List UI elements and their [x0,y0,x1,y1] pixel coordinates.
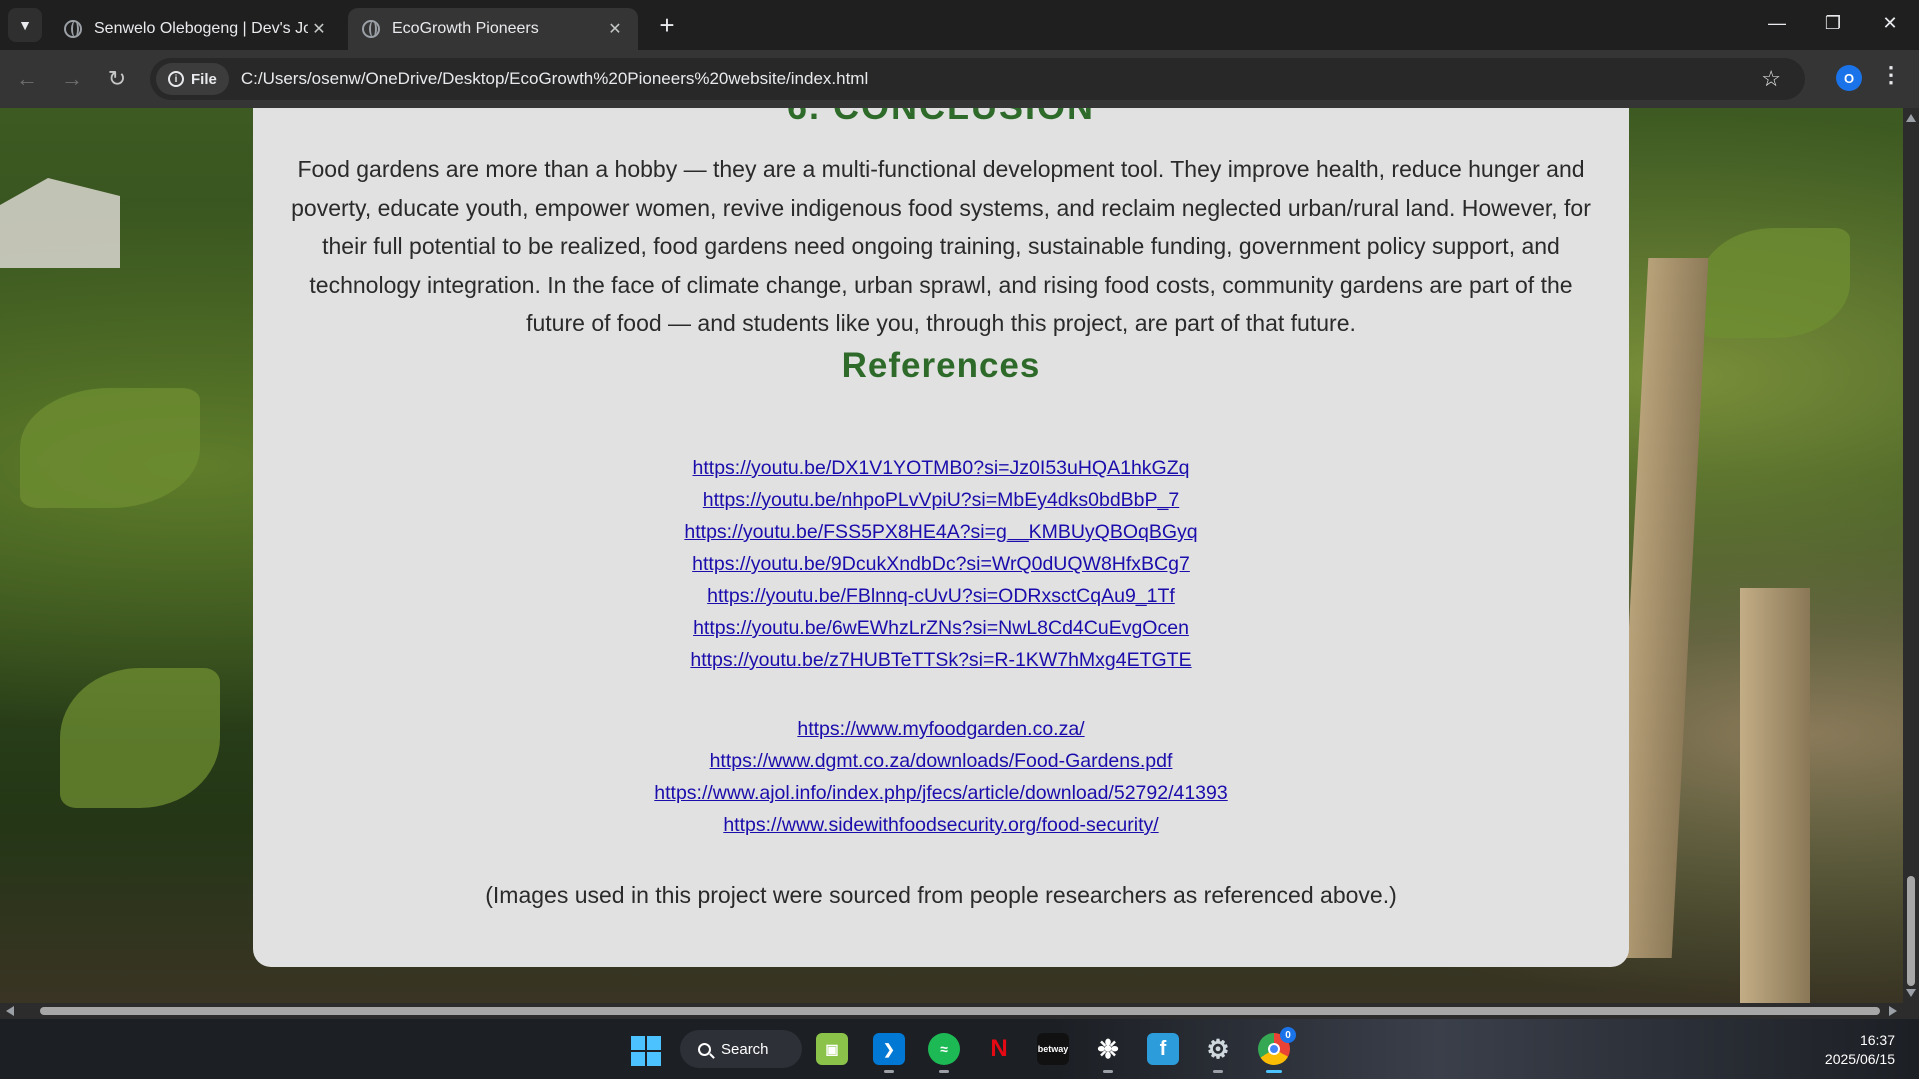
background-leaf [60,668,220,808]
reference-link[interactable]: https://youtu.be/z7HUBTeTTSk?si=R-1KW7hM… [253,644,1629,676]
reference-link[interactable]: https://youtu.be/6wEWhzLrZNs?si=NwL8Cd4C… [253,612,1629,644]
back-button[interactable]: ← [10,62,44,96]
address-bar[interactable]: i File C:/Users/osenw/OneDrive/Desktop/E… [150,58,1805,100]
tab-senwelo-journal[interactable]: Senwelo Olebogeng | Dev's Jou ✕ [50,8,342,50]
tab-strip: ▼ Senwelo Olebogeng | Dev's Jou ✕ EcoGro… [0,0,1919,50]
info-icon: i [168,71,184,87]
close-window-button[interactable]: ✕ [1868,8,1912,38]
restore-button[interactable]: ❐ [1811,8,1855,38]
freshdesk-app-icon[interactable]: f [1147,1033,1179,1065]
scroll-left-icon[interactable] [6,1006,14,1016]
minimize-button[interactable]: — [1755,8,1799,38]
clock-time: 16:37 [1859,1032,1895,1048]
scroll-right-icon[interactable] [1889,1006,1897,1016]
windows-taskbar: Search ▣ ❯ ≈ N betway ❉ f ⚙ 0 16:37 2025… [0,1019,1919,1079]
chatgpt-app-icon[interactable]: ❉ [1092,1033,1124,1073]
reference-link[interactable]: https://www.sidewithfoodsecurity.org/foo… [253,809,1629,841]
background-leaf [20,388,200,508]
scroll-up-icon[interactable] [1906,114,1916,122]
reference-link[interactable]: https://www.ajol.info/index.php/jfecs/ar… [253,777,1629,809]
vertical-scrollbar[interactable] [1903,108,1919,1003]
reference-link[interactable]: https://youtu.be/nhpoPLvVpiU?si=MbEy4dks… [253,484,1629,516]
betway-app-icon[interactable]: betway [1037,1033,1069,1065]
tab-ecogrowth-pioneers[interactable]: EcoGrowth Pioneers ✕ [348,8,638,50]
image-source-note: (Images used in this project were source… [485,882,1397,908]
tab-search-dropdown-icon[interactable]: ▼ [8,8,42,42]
background-house [0,178,120,268]
netflix-app-icon[interactable]: N [983,1033,1015,1065]
close-tab-icon[interactable]: ✕ [308,19,330,39]
new-tab-button[interactable]: + [652,10,682,40]
url-text[interactable]: C:/Users/osenw/OneDrive/Desktop/EcoGrowt… [241,69,868,89]
web-references-list: https://www.myfoodgarden.co.za/ https://… [253,713,1629,841]
scroll-down-icon[interactable] [1906,989,1916,997]
tab-title: EcoGrowth Pioneers [392,20,539,37]
section-heading-conclusion: 6. CONCLUSION [253,108,1629,128]
reference-link[interactable]: https://youtu.be/FBlnnq-cUvU?si=ODRxsctC… [253,580,1629,612]
reload-button[interactable]: ↻ [100,62,134,96]
spotify-app-icon[interactable]: ≈ [928,1033,960,1073]
taskbar-search-button[interactable]: Search [680,1030,802,1068]
video-references-list: https://youtu.be/DX1V1YOTMB0?si=Jz0I53uH… [253,452,1629,676]
browser-toolbar: ← → ↻ i File C:/Users/osenw/OneDrive/Des… [0,50,1919,108]
menu-kebab-icon[interactable]: ⋮ [1880,62,1902,88]
windows-start-icon[interactable] [631,1036,661,1066]
globe-icon [362,20,380,38]
references-heading: References [841,346,1041,385]
bookmark-star-icon[interactable]: ☆ [1761,66,1781,92]
vertical-scroll-thumb[interactable] [1907,876,1915,986]
profile-avatar[interactable]: O [1836,65,1862,91]
reference-link[interactable]: https://youtu.be/9DcukXndbDc?si=WrQ0dUQW… [253,548,1629,580]
page-viewport: 6. CONCLUSION Food gardens are more than… [0,108,1903,1003]
chrome-profile-badge: 0 [1280,1027,1296,1043]
vscode-app-icon[interactable]: ❯ [873,1033,905,1073]
close-tab-icon[interactable]: ✕ [604,19,626,39]
reference-link[interactable]: https://www.myfoodgarden.co.za/ [253,713,1629,745]
content-card: 6. CONCLUSION Food gardens are more than… [253,108,1629,967]
system-clock[interactable]: 16:37 2025/06/15 [1825,1031,1895,1069]
search-label: Search [721,1040,769,1058]
site-info-button[interactable]: i File [156,63,229,95]
horizontal-scroll-thumb[interactable] [40,1007,1880,1015]
forward-button[interactable]: → [55,62,89,96]
clock-date: 2025/06/15 [1824,1051,1895,1067]
scrollbar-corner [1903,1003,1919,1019]
globe-icon [64,20,82,38]
horizontal-scrollbar[interactable] [0,1003,1903,1019]
search-icon [698,1042,711,1056]
conclusion-paragraph: Food gardens are more than a hobby — the… [291,156,1591,336]
chrome-app-icon[interactable]: 0 [1258,1027,1296,1073]
reference-link[interactable]: https://www.dgmt.co.za/downloads/Food-Ga… [253,745,1629,777]
background-fence [1740,588,1810,1003]
gallery-app-icon[interactable]: ▣ [816,1033,848,1065]
background-leaf [1700,228,1850,338]
site-info-label: File [191,70,217,88]
settings-gear-icon[interactable]: ⚙ [1202,1033,1234,1073]
reference-link[interactable]: https://youtu.be/DX1V1YOTMB0?si=Jz0I53uH… [253,452,1629,484]
tab-title: Senwelo Olebogeng | Dev's Jou [94,20,308,37]
reference-link[interactable]: https://youtu.be/FSS5PX8HE4A?si=g__KMBUy… [253,516,1629,548]
